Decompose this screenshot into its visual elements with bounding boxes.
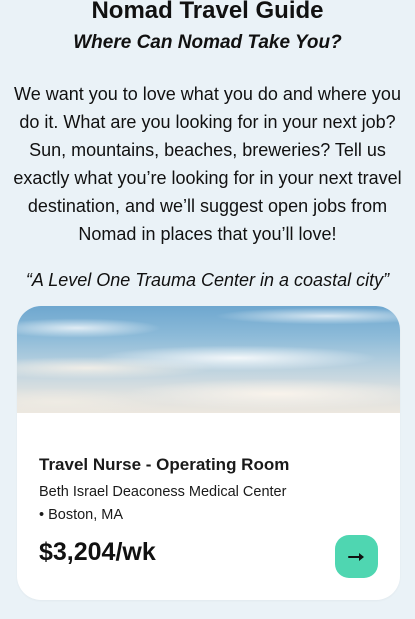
job-title: Travel Nurse - Operating Room [39,455,290,474]
view-job-button[interactable] [335,535,378,578]
sky-clouds-photo [17,306,400,413]
job-location-text: Boston, MA [48,507,124,523]
page-subtitle: Where Can Nomad Take You? [73,32,342,53]
job-location: • Boston, MA [39,505,123,525]
location-bullet: • [39,507,45,523]
job-facility: Beth Israel Deaconess Medical Center [39,484,287,500]
job-card[interactable]: Travel Nurse - Operating Room Beth Israe… [17,306,400,600]
page-title: Nomad Travel Guide [91,0,324,24]
search-quote: “A Level One Trauma Center in a coastal … [25,270,390,290]
travel-guide-page: Nomad Travel Guide Where Can Nomad Take … [0,0,415,619]
arrow-right-icon [347,551,366,563]
job-pay: $3,204/wk [39,538,156,566]
intro-paragraph: We want you to love what you do and wher… [13,84,402,244]
